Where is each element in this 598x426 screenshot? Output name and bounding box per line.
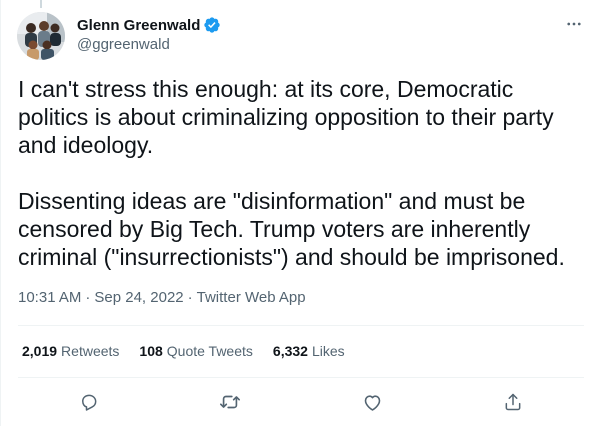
tweet-text: I can't stress this enough: at its core,… bbox=[18, 75, 588, 271]
meta-separator: · bbox=[85, 289, 91, 306]
tweet-date[interactable]: Sep 24, 2022 bbox=[94, 289, 183, 306]
reply-icon[interactable] bbox=[75, 388, 103, 416]
thread-connector-line bbox=[40, 0, 42, 8]
more-horizontal-icon[interactable] bbox=[564, 14, 584, 34]
meta-separator: · bbox=[187, 289, 193, 306]
retweets-count: 2,019 bbox=[22, 343, 58, 359]
likes-count: 6,332 bbox=[272, 343, 308, 359]
tweet-stats: 2,019 Retweets 108 Quote Tweets 6,332 Li… bbox=[22, 343, 365, 359]
divider bbox=[18, 325, 584, 326]
quote-tweets-label: Quote Tweets bbox=[166, 343, 253, 359]
likes-label: Likes bbox=[311, 343, 345, 359]
quote-tweets-count: 108 bbox=[139, 343, 163, 359]
action-bar bbox=[1, 388, 598, 416]
tweet-meta: 10:31 AM · Sep 24, 2022 · Twitter Web Ap… bbox=[18, 289, 306, 306]
share-icon[interactable] bbox=[499, 388, 527, 416]
retweets-stat[interactable]: 2,019 Retweets bbox=[22, 343, 119, 359]
author-handle[interactable]: @ggreenwald bbox=[77, 36, 170, 53]
like-icon[interactable] bbox=[358, 388, 386, 416]
avatar[interactable] bbox=[17, 12, 65, 60]
verified-badge-icon bbox=[203, 16, 221, 34]
tweet-paragraph-2: Dissenting ideas are "disinformation" an… bbox=[18, 188, 565, 270]
retweets-label: Retweets bbox=[61, 343, 120, 359]
author-display-name[interactable]: Glenn Greenwald bbox=[77, 17, 200, 34]
author-name-row[interactable]: Glenn Greenwald bbox=[77, 15, 221, 35]
tweet-time[interactable]: 10:31 AM bbox=[18, 289, 81, 306]
divider bbox=[18, 377, 584, 378]
tweet-paragraph-1: I can't stress this enough: at its core,… bbox=[18, 76, 554, 158]
likes-stat[interactable]: 6,332 Likes bbox=[273, 343, 345, 359]
retweet-icon[interactable] bbox=[216, 388, 244, 416]
tweet-source[interactable]: Twitter Web App bbox=[197, 289, 306, 306]
tweet-card: Glenn Greenwald @ggreenwald I can't stre… bbox=[0, 0, 598, 426]
quote-tweets-stat[interactable]: 108 Quote Tweets bbox=[139, 343, 253, 359]
